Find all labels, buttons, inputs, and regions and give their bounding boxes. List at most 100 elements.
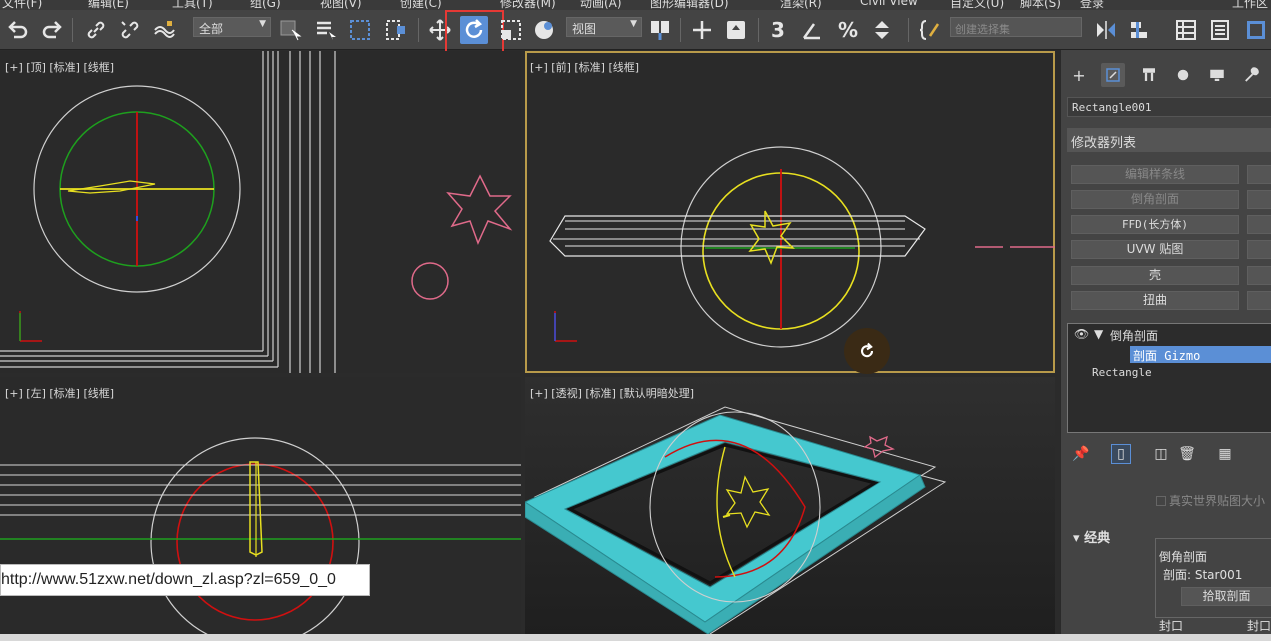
snaps-toggle-icon[interactable]: 3	[764, 16, 792, 44]
modifier-list-dropdown[interactable]: 修改器列表	[1067, 128, 1271, 152]
chevron-down-icon: ▼	[259, 19, 266, 29]
menu-edit[interactable]: 编辑(E)	[88, 0, 129, 10]
selection-filter-select[interactable]: 全部 ▼	[193, 17, 271, 37]
menu-customize[interactable]: 自定义(U)	[950, 0, 1004, 10]
modifier-button-edit-spline[interactable]: 编辑样条线	[1071, 165, 1239, 184]
select-object-icon[interactable]	[276, 16, 304, 44]
modifier-button-slot[interactable]	[1247, 190, 1271, 209]
menu-views[interactable]: 视图(V)	[320, 0, 362, 10]
configure-sets-icon[interactable]: ▦	[1215, 444, 1235, 464]
menu-tools[interactable]: 工具(T)	[172, 0, 213, 10]
menu-animation[interactable]: 动画(A)	[580, 0, 622, 10]
menu-graph-editors[interactable]: 图形编辑器(D)	[650, 0, 729, 10]
menu-bar: 文件(F) 编辑(E) 工具(T) 组(G) 视图(V) 创建(C) 修改器(M…	[0, 0, 1271, 10]
viewport-front[interactable]: [+] [前] [标准] [线框]	[525, 51, 1055, 373]
menu-group[interactable]: 组(G)	[250, 0, 281, 10]
expand-arrow-icon[interactable]: ▼	[1094, 327, 1103, 341]
real-world-map-size-checkbox[interactable]: 真实世界贴图大小	[1156, 492, 1265, 509]
make-unique-icon[interactable]: ◫	[1151, 444, 1171, 464]
edit-named-selection-icon[interactable]	[916, 16, 944, 44]
scale-icon[interactable]	[497, 16, 525, 44]
modifier-button-ffd-box[interactable]: FFD(长方体)	[1071, 215, 1239, 234]
align-icon[interactable]	[1126, 16, 1154, 44]
redo-icon[interactable]	[38, 16, 66, 44]
modifier-button-slot[interactable]	[1247, 215, 1271, 234]
profile-name-label: 剖面: Star001	[1163, 568, 1243, 582]
window-crossing-icon[interactable]	[382, 16, 410, 44]
viewport-front-label[interactable]: [+] [前] [标准] [线框]	[530, 59, 639, 75]
place-icon[interactable]	[530, 16, 558, 44]
viewport-left-label[interactable]: [+] [左] [标准] [线框]	[5, 385, 114, 401]
spinner-snap-icon[interactable]	[868, 16, 896, 44]
toggle-ribbon-icon[interactable]	[1242, 16, 1270, 44]
modifier-button-uvw-map[interactable]: UVW 贴图	[1071, 240, 1239, 259]
toolbar-separator	[418, 18, 419, 42]
pick-profile-button[interactable]: 拾取剖面	[1181, 587, 1271, 606]
scene-explorer-icon[interactable]	[1172, 16, 1200, 44]
menu-workspace[interactable]: 工作区	[1232, 0, 1268, 10]
menu-rendering[interactable]: 渲染(R)	[780, 0, 822, 10]
hierarchy-tab-icon[interactable]	[1137, 63, 1161, 87]
pivot-center-icon[interactable]	[646, 16, 674, 44]
modify-tab-icon[interactable]	[1101, 63, 1125, 87]
modifier-button-slot[interactable]	[1247, 165, 1271, 184]
utilities-tab-icon[interactable]	[1239, 63, 1263, 87]
stack-tools: 📌 ▯ ◫ 🗑 ▦	[1067, 440, 1271, 468]
display-tab-icon[interactable]	[1205, 63, 1229, 87]
eye-icon[interactable]: 👁	[1074, 327, 1089, 341]
named-selection-input[interactable]: 创建选择集	[950, 17, 1082, 37]
keyboard-shortcut-override-icon[interactable]	[722, 16, 750, 44]
toolbar-separator	[680, 18, 681, 42]
select-by-name-icon[interactable]	[312, 16, 340, 44]
stack-item-profile-gizmo[interactable]: 剖面 Gizmo	[1130, 346, 1271, 363]
viewport-front-scene	[549, 146, 1055, 348]
undo-icon[interactable]	[4, 16, 32, 44]
percent-snap-icon[interactable]: %	[834, 16, 862, 44]
stack-item-bevel-profile[interactable]: 倒角剖面	[1110, 327, 1158, 344]
rectangular-selection-icon[interactable]	[346, 16, 374, 44]
modifier-button-slot[interactable]	[1247, 266, 1271, 285]
viewport-perspective-scene	[525, 406, 947, 634]
bind-space-warp-icon[interactable]	[150, 16, 178, 44]
pin-stack-icon[interactable]: 📌	[1071, 444, 1091, 464]
rotate-cursor-icon	[844, 328, 890, 374]
rotate-highlight-box	[445, 10, 504, 56]
viewport-perspective[interactable]: [+] [透视] [标准] [默认明暗处理]	[525, 377, 1055, 634]
modifier-button-slot[interactable]	[1247, 291, 1271, 310]
toolbar-separator	[758, 18, 759, 42]
viewport-top-label[interactable]: [+] [顶] [标准] [线框]	[5, 59, 114, 75]
modifier-button-shell[interactable]: 壳	[1071, 266, 1239, 285]
reference-coordinate-select[interactable]: 视图 ▼	[566, 17, 642, 37]
mirror-icon[interactable]	[1092, 16, 1120, 44]
menu-scripting[interactable]: 脚本(S)	[1020, 0, 1061, 10]
menu-create[interactable]: 创建(C)	[400, 0, 442, 10]
modifier-stack[interactable]: 👁 ▼ 倒角剖面 剖面 Gizmo Rectangle	[1067, 323, 1271, 433]
command-panel: + Rectangle001 修改器列表 编辑样条线 倒角剖面 FFD(长方体)	[1060, 50, 1271, 641]
delete-modifier-icon[interactable]: 🗑	[1177, 444, 1197, 464]
link-icon[interactable]	[82, 16, 110, 44]
modifier-button-twist[interactable]: 扭曲	[1071, 291, 1239, 310]
select-manipulate-icon[interactable]	[688, 16, 716, 44]
toolbar-separator	[72, 18, 73, 42]
selection-filter-value: 全部	[199, 22, 224, 36]
classic-rollout-header[interactable]: ▾ 经典	[1073, 527, 1110, 546]
layer-explorer-icon[interactable]	[1206, 16, 1234, 44]
checkbox-box	[1156, 496, 1166, 506]
menu-modifiers[interactable]: 修改器(M)	[500, 0, 556, 10]
viewport-top[interactable]: [+] [顶] [标准] [线框]	[0, 51, 521, 373]
unlink-icon[interactable]	[116, 16, 144, 44]
motion-tab-icon[interactable]	[1171, 63, 1195, 87]
stack-item-rectangle[interactable]: Rectangle	[1092, 366, 1152, 379]
modifier-button-slot[interactable]	[1247, 240, 1271, 259]
modifier-button-bevel-profile[interactable]: 倒角剖面	[1071, 190, 1239, 209]
object-name-field[interactable]: Rectangle001	[1067, 97, 1271, 117]
angle-snap-icon[interactable]	[798, 16, 826, 44]
menu-file[interactable]: 文件(F)	[2, 0, 42, 10]
show-end-result-icon[interactable]: ▯	[1111, 444, 1131, 464]
menu-sign-in[interactable]: 登录	[1080, 0, 1104, 10]
viewport-perspective-label[interactable]: [+] [透视] [标准] [默认明暗处理]	[530, 385, 694, 401]
classic-rollout-title: 经典	[1084, 531, 1111, 546]
named-selection-placeholder: 创建选择集	[955, 23, 1010, 36]
menu-civil-view[interactable]: Civil View	[860, 0, 918, 8]
create-tab-icon[interactable]: +	[1067, 63, 1091, 87]
